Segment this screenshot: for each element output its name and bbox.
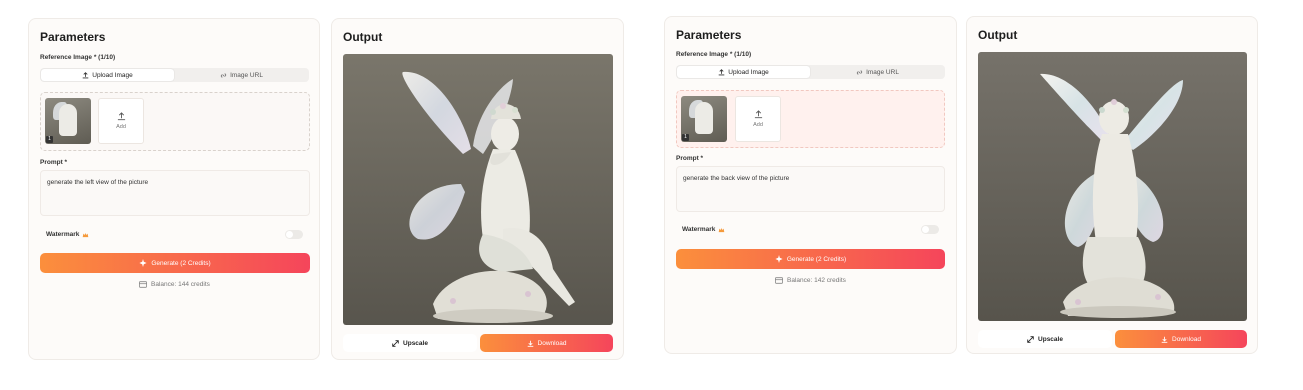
download-label: Download — [1172, 335, 1201, 343]
output-title: Output — [343, 30, 383, 44]
expand-icon — [1027, 335, 1034, 343]
thumbnail-figure — [695, 102, 713, 134]
reference-thumbnail[interactable]: 1 — [45, 98, 91, 144]
tab-url-label: Image URL — [230, 71, 263, 79]
output-title: Output — [978, 28, 1018, 42]
watermark-toggle[interactable] — [921, 225, 939, 234]
thumbnail-figure — [59, 104, 77, 136]
upscale-button[interactable]: Upscale — [343, 334, 477, 352]
generate-button[interactable]: Generate (2 Credits) — [676, 249, 945, 269]
add-image-button[interactable]: Add — [735, 96, 781, 142]
thumbnail-index-badge: 1 — [46, 136, 53, 143]
download-button[interactable]: Download — [480, 334, 613, 352]
add-image-button[interactable]: Add — [98, 98, 144, 144]
thumbnail-index-badge: 1 — [682, 134, 689, 141]
reference-image-label: Reference Image * (1/10) — [40, 54, 116, 61]
crown-icon — [719, 227, 725, 232]
tab-upload-image[interactable]: Upload Image — [41, 69, 174, 81]
expand-icon — [392, 339, 399, 347]
tab-image-url[interactable]: Image URL — [175, 69, 308, 81]
sparkle-icon — [139, 259, 147, 267]
fairy-figurine-image — [343, 54, 613, 325]
crown-icon — [83, 232, 89, 237]
output-image — [343, 54, 613, 325]
reference-thumbnail[interactable]: 1 — [681, 96, 727, 142]
link-icon — [220, 72, 227, 78]
upscale-label: Upscale — [1038, 335, 1063, 343]
link-icon — [856, 69, 863, 75]
upscale-button[interactable]: Upscale — [978, 330, 1112, 348]
watermark-label: Watermark — [682, 226, 725, 233]
tab-upload-label: Upload Image — [728, 68, 769, 76]
output-panel-left: Output Upscale Download — [331, 18, 624, 360]
watermark-text: Watermark — [46, 231, 80, 238]
wallet-icon — [139, 281, 147, 288]
sparkle-icon — [775, 255, 783, 263]
watermark-text: Watermark — [682, 226, 716, 233]
upload-icon — [117, 112, 125, 121]
download-button[interactable]: Download — [1115, 330, 1247, 348]
tab-url-label: Image URL — [866, 68, 899, 76]
add-label: Add — [753, 122, 763, 128]
balance-text: Balance: 144 credits — [151, 281, 210, 288]
download-label: Download — [537, 339, 567, 347]
prompt-label: Prompt * — [676, 155, 704, 162]
balance-info: Balance: 144 credits — [139, 281, 210, 288]
tab-upload-image[interactable]: Upload Image — [677, 66, 810, 78]
parameters-panel-right: Parameters Reference Image * (1/10) Uplo… — [664, 16, 957, 354]
tab-image-url[interactable]: Image URL — [811, 66, 944, 78]
add-label: Add — [116, 124, 126, 130]
balance-text: Balance: 142 credits — [787, 277, 846, 284]
generate-label: Generate (2 Credits) — [151, 259, 211, 267]
parameters-panel-left: Parameters Reference Image * (1/10) Uplo… — [28, 18, 320, 360]
reference-image-dropzone[interactable]: 1 Add — [40, 92, 310, 151]
generate-button[interactable]: Generate (2 Credits) — [40, 253, 310, 273]
prompt-input[interactable]: generate the left view of the picture — [40, 170, 310, 216]
parameters-title: Parameters — [676, 28, 742, 42]
output-panel-right: Output Upscale Download — [966, 16, 1258, 354]
download-icon — [1161, 336, 1168, 343]
upload-icon — [754, 110, 762, 119]
upscale-label: Upscale — [403, 339, 428, 347]
image-source-tabs: Upload Image Image URL — [676, 65, 945, 79]
prompt-label: Prompt * — [40, 159, 68, 166]
generate-label: Generate (2 Credits) — [786, 255, 847, 263]
watermark-label: Watermark — [46, 231, 89, 238]
wallet-icon — [775, 277, 783, 284]
reference-image-label: Reference Image * (1/10) — [676, 51, 752, 58]
prompt-input[interactable]: generate the back view of the picture — [676, 166, 945, 212]
image-source-tabs: Upload Image Image URL — [40, 68, 309, 82]
output-image — [978, 52, 1247, 321]
upload-icon — [82, 71, 89, 78]
balance-info: Balance: 142 credits — [775, 277, 846, 284]
upload-icon — [718, 68, 725, 75]
download-icon — [527, 340, 533, 347]
reference-image-dropzone[interactable]: 1 Add — [676, 90, 945, 148]
parameters-title: Parameters — [40, 30, 106, 44]
tab-upload-label: Upload Image — [92, 71, 133, 79]
fairy-figurine-back-image — [978, 52, 1247, 321]
watermark-toggle[interactable] — [285, 230, 303, 239]
